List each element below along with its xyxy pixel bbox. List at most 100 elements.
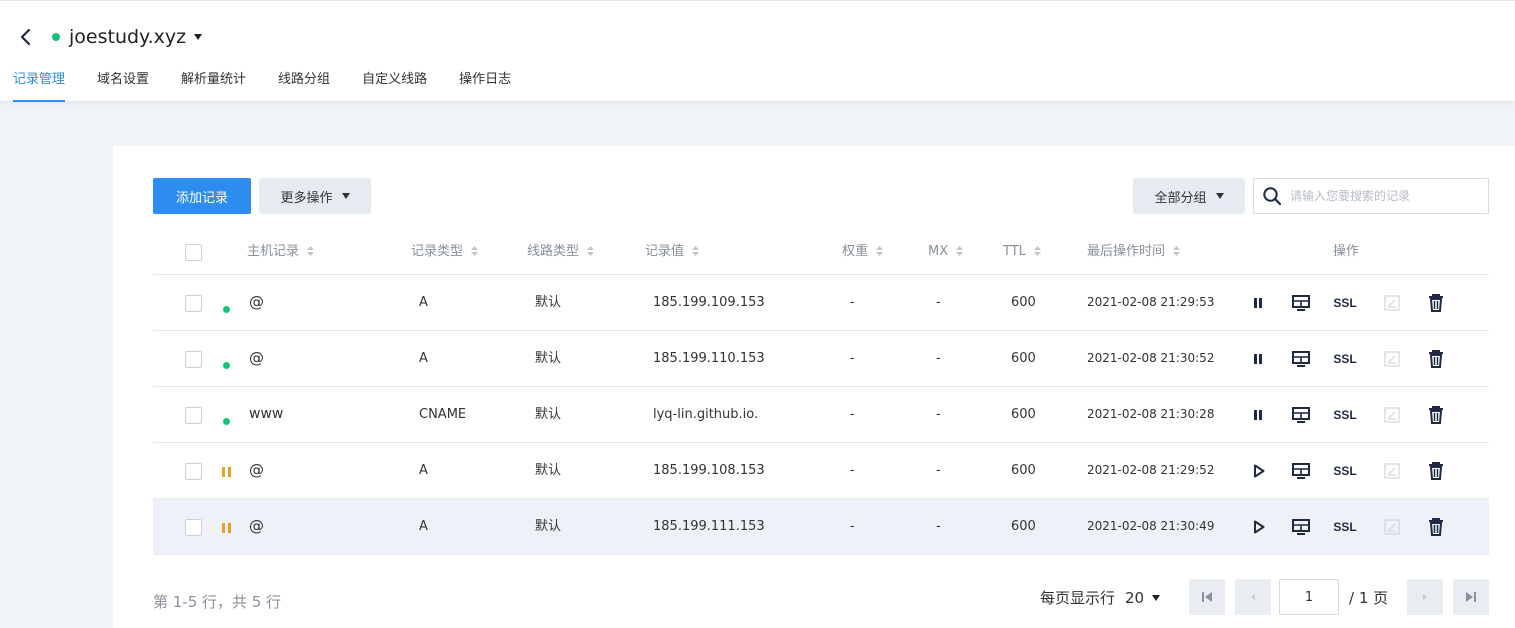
host-cell: @	[249, 517, 264, 535]
mx-cell: -	[936, 407, 941, 422]
first-page-button[interactable]	[1189, 579, 1225, 615]
select-all-checkbox[interactable]	[185, 244, 202, 261]
tab-record-management[interactable]: 记录管理	[0, 63, 81, 102]
tab-bar: 记录管理 域名设置 解析量统计 线路分组 自定义线路 操作日志	[0, 63, 527, 102]
ttl-cell: 600	[1011, 295, 1036, 310]
caret-down-icon	[194, 34, 203, 40]
col-host[interactable]: 主机记录	[247, 230, 315, 274]
search-input[interactable]	[1290, 189, 1480, 203]
delete-icon[interactable]	[1426, 293, 1446, 313]
domain-selector[interactable]: joestudy.xyz	[52, 25, 203, 49]
rows-per-page-value: 20	[1125, 588, 1145, 607]
monitor-icon[interactable]	[1291, 461, 1311, 481]
line-cell: 默认	[535, 351, 562, 366]
col-type[interactable]: 记录类型	[411, 230, 479, 274]
tab-line-groups[interactable]: 线路分组	[262, 63, 346, 102]
tab-operation-log[interactable]: 操作日志	[443, 63, 527, 102]
col-type-label: 记录类型	[411, 244, 464, 259]
status-enabled-dot	[223, 410, 230, 429]
last-page-button[interactable]	[1453, 579, 1489, 615]
ssl-button[interactable]: SSL	[1333, 405, 1356, 425]
line-cell: 默认	[535, 463, 562, 478]
delete-icon[interactable]	[1426, 349, 1446, 369]
sort-icon	[876, 245, 884, 256]
col-mx[interactable]: MX	[928, 230, 964, 274]
edit-note-icon[interactable]	[1382, 405, 1402, 425]
play-icon[interactable]	[1249, 517, 1269, 537]
row-checkbox[interactable]	[185, 463, 202, 480]
col-weight-label: 权重	[842, 244, 869, 259]
type-cell: A	[419, 463, 428, 478]
col-value[interactable]: 记录值	[645, 230, 700, 274]
play-icon[interactable]	[1249, 461, 1269, 481]
next-page-button[interactable]	[1407, 579, 1443, 615]
sort-icon	[1173, 245, 1181, 256]
delete-icon[interactable]	[1426, 405, 1446, 425]
time-cell: 2021-02-08 21:29:53	[1087, 295, 1215, 309]
weight-cell: -	[850, 295, 855, 310]
delete-icon[interactable]	[1426, 517, 1446, 537]
row-checkbox[interactable]	[185, 295, 202, 312]
ssl-button[interactable]: SSL	[1333, 349, 1356, 369]
table-header: 主机记录 记录类型 线路类型 记录值 权重 MX TTL 最后操作时间 操作	[153, 230, 1489, 275]
add-record-button[interactable]: 添加记录	[153, 178, 251, 214]
delete-icon[interactable]	[1426, 461, 1446, 481]
ssl-button[interactable]: SSL	[1333, 461, 1356, 481]
col-line[interactable]: 线路类型	[527, 230, 595, 274]
value-cell: 185.199.111.153	[653, 519, 765, 534]
tab-domain-settings[interactable]: 域名设置	[81, 63, 165, 102]
col-weight[interactable]: 权重	[842, 230, 884, 274]
more-actions-button[interactable]: 更多操作	[259, 178, 371, 214]
edit-note-icon[interactable]	[1382, 461, 1402, 481]
edit-note-icon[interactable]	[1382, 517, 1402, 537]
ssl-button[interactable]: SSL	[1333, 517, 1356, 537]
group-filter-button[interactable]: 全部分组	[1133, 178, 1245, 214]
type-cell: A	[419, 519, 428, 534]
table-row: @ A 默认 185.199.111.153 - - 600 2021-02-0…	[153, 499, 1489, 555]
line-cell: 默认	[535, 295, 562, 310]
pause-icon[interactable]	[1248, 349, 1268, 369]
ssl-button[interactable]: SSL	[1333, 293, 1356, 313]
tab-custom-lines[interactable]: 自定义线路	[346, 63, 443, 102]
edit-note-icon[interactable]	[1382, 293, 1402, 313]
domain-name: joestudy.xyz	[69, 26, 187, 48]
col-ttl[interactable]: TTL	[1003, 230, 1041, 274]
col-value-label: 记录值	[645, 244, 685, 259]
host-cell: www	[249, 406, 284, 422]
monitor-icon[interactable]	[1291, 349, 1311, 369]
value-cell: 185.199.109.153	[653, 295, 765, 310]
table-body: @ A 默认 185.199.109.153 - - 600 2021-02-0…	[153, 275, 1489, 555]
ttl-cell: 600	[1011, 519, 1036, 534]
line-cell: 默认	[535, 519, 562, 534]
col-time[interactable]: 最后操作时间	[1087, 230, 1181, 274]
monitor-icon[interactable]	[1291, 405, 1311, 425]
row-checkbox[interactable]	[185, 519, 202, 536]
edit-note-icon[interactable]	[1382, 349, 1402, 369]
monitor-icon[interactable]	[1291, 517, 1311, 537]
ttl-cell: 600	[1011, 463, 1036, 478]
ttl-cell: 600	[1011, 407, 1036, 422]
search-icon	[1263, 187, 1282, 206]
row-checkbox[interactable]	[185, 351, 202, 368]
page-number-input[interactable]	[1279, 579, 1339, 615]
prev-page-button[interactable]	[1235, 579, 1271, 615]
monitor-icon[interactable]	[1291, 293, 1311, 313]
top-bar: joestudy.xyz 记录管理 域名设置 解析量统计 线路分组 自定义线路 …	[0, 0, 1515, 102]
records-card: 添加记录 更多操作 全部分组 主机记录 记录类型 线路类型 记录值 权重 MX …	[113, 146, 1515, 628]
pause-icon[interactable]	[1248, 293, 1268, 313]
rows-per-page-select[interactable]: 每页显示行 20	[1040, 587, 1161, 608]
pause-icon[interactable]	[1248, 405, 1268, 425]
status-paused-icon	[222, 523, 231, 533]
tab-resolution-stats[interactable]: 解析量统计	[165, 63, 262, 102]
col-ops: 操作	[1333, 244, 1360, 259]
sort-icon	[307, 245, 315, 256]
weight-cell: -	[850, 463, 855, 478]
mx-cell: -	[936, 351, 941, 366]
ttl-cell: 600	[1011, 351, 1036, 366]
weight-cell: -	[850, 407, 855, 422]
row-checkbox[interactable]	[185, 407, 202, 424]
mx-cell: -	[936, 519, 941, 534]
back-arrow-icon[interactable]	[14, 25, 38, 49]
col-host-label: 主机记录	[247, 244, 300, 259]
records-table: 主机记录 记录类型 线路类型 记录值 权重 MX TTL 最后操作时间 操作 @…	[153, 230, 1489, 555]
